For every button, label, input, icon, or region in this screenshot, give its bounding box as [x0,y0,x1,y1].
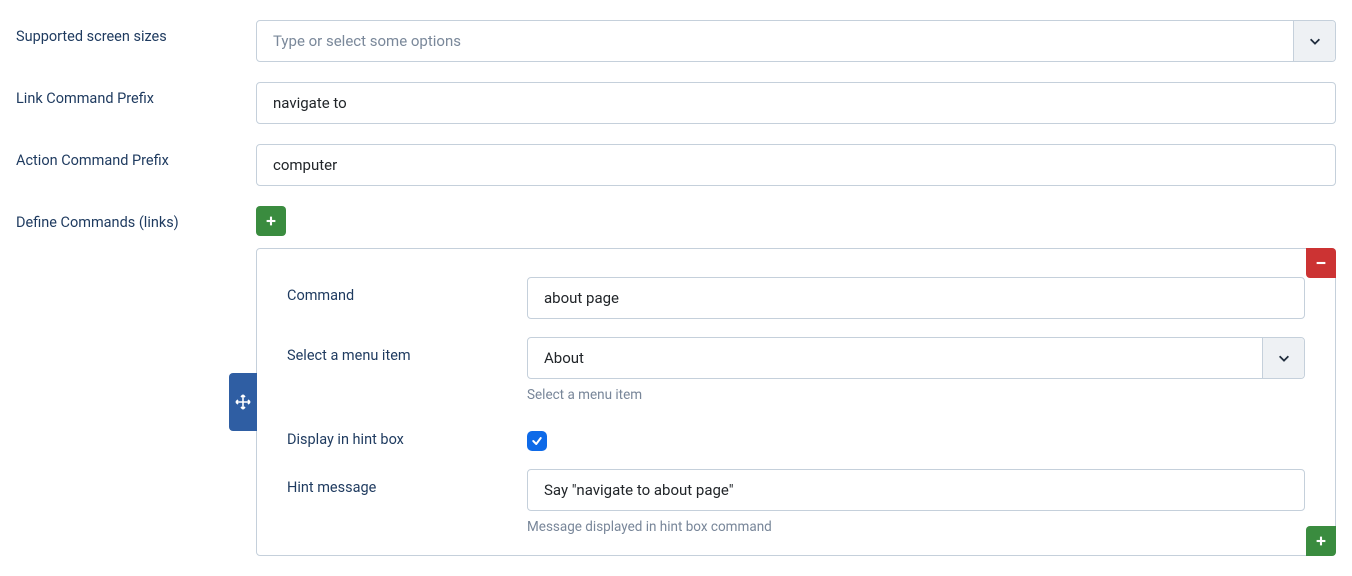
screen-sizes-label: Supported screen sizes [16,20,256,45]
command-input[interactable] [527,277,1305,319]
command-card: Command Select a menu item About Select … [256,248,1336,556]
action-prefix-input[interactable] [256,144,1336,186]
menu-item-help: Select a menu item [527,387,1305,403]
add-command-below-button[interactable] [1306,526,1336,556]
link-prefix-input[interactable] [256,82,1336,124]
define-commands-label: Define Commands (links) [16,206,256,231]
hint-message-help: Message displayed in hint box command [527,519,1305,535]
screen-sizes-select[interactable]: Type or select some options [256,20,1336,62]
hint-message-input[interactable] [527,469,1305,511]
add-command-button[interactable] [256,206,286,236]
drag-handle[interactable] [229,373,257,431]
chevron-down-icon[interactable] [1262,338,1304,378]
link-prefix-label: Link Command Prefix [16,82,256,107]
menu-item-value: About [528,349,1262,367]
remove-command-button[interactable] [1306,248,1336,278]
chevron-down-icon[interactable] [1293,21,1335,61]
display-hint-checkbox[interactable] [527,431,547,451]
action-prefix-label: Action Command Prefix [16,144,256,169]
hint-message-label: Hint message [287,469,527,496]
screen-sizes-placeholder: Type or select some options [257,32,1293,50]
command-label: Command [287,277,527,304]
menu-item-label: Select a menu item [287,337,527,364]
display-hint-label: Display in hint box [287,421,527,448]
menu-item-select[interactable]: About [527,337,1305,379]
